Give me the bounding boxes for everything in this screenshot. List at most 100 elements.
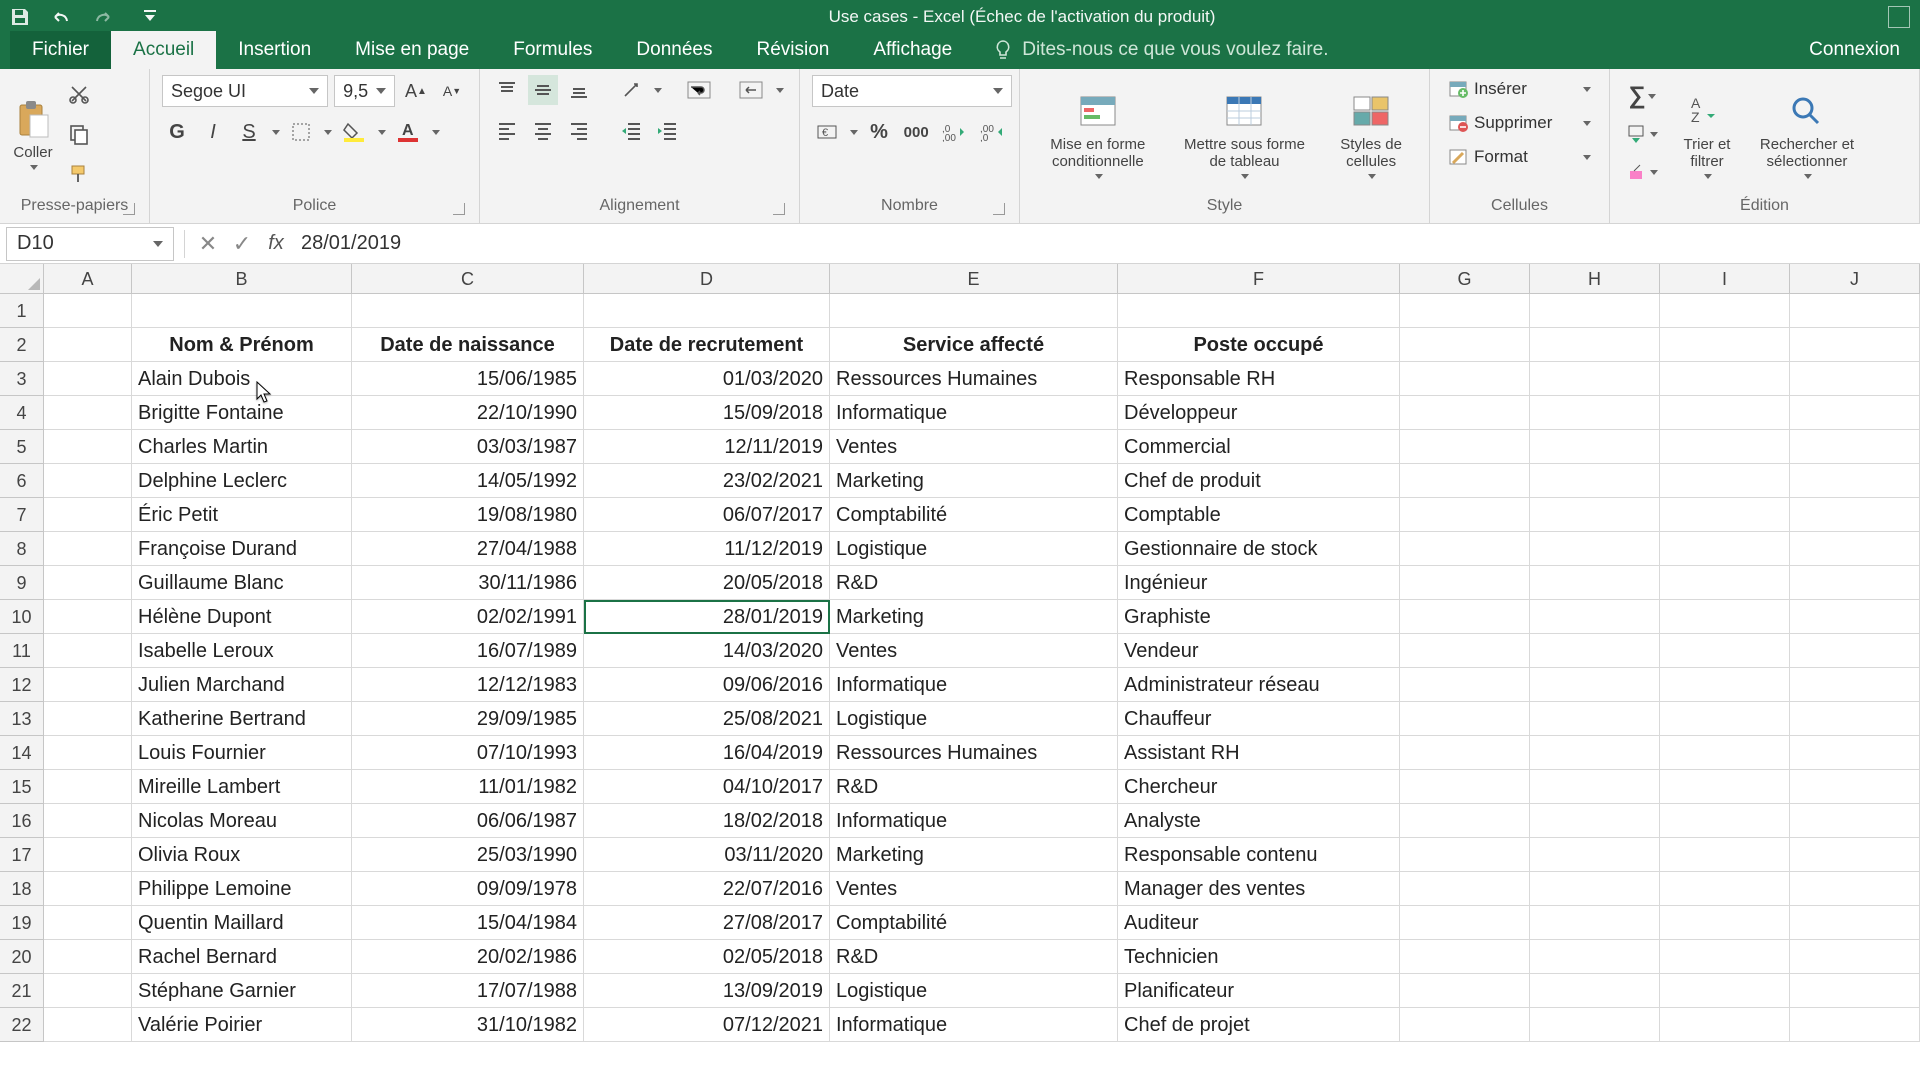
cell-C22[interactable]: 31/10/1982 [352,1008,584,1042]
cell-A2[interactable] [44,328,132,362]
cell-J9[interactable] [1790,566,1920,600]
cell-G13[interactable] [1400,702,1530,736]
cell-D3[interactable]: 01/03/2020 [584,362,830,396]
save-icon[interactable] [10,7,30,27]
dialog-launcher-icon[interactable] [993,203,1005,215]
increase-decimal-icon[interactable]: ,0,00 [938,117,969,147]
cell-G12[interactable] [1400,668,1530,702]
copy-icon[interactable] [64,119,94,149]
cell-E7[interactable]: Comptabilité [830,498,1118,532]
chevron-down-icon[interactable] [654,88,662,93]
cell-I14[interactable] [1660,736,1790,770]
cell-A1[interactable] [44,294,132,328]
tab-insertion[interactable]: Insertion [216,31,333,69]
row-header-6[interactable]: 6 [0,464,44,498]
format-as-table-button[interactable]: Mettre sous forme de tableau [1174,90,1314,179]
decrease-font-icon[interactable]: A▼ [437,76,467,106]
cell-I4[interactable] [1660,396,1790,430]
cell-B17[interactable]: Olivia Roux [132,838,352,872]
cell-D10[interactable]: 28/01/2019 [584,600,830,634]
cell-G5[interactable] [1400,430,1530,464]
cell-J13[interactable] [1790,702,1920,736]
cell-D21[interactable]: 13/09/2019 [584,974,830,1008]
cell-H3[interactable] [1530,362,1660,396]
cell-I5[interactable] [1660,430,1790,464]
cell-F18[interactable]: Manager des ventes [1118,872,1400,906]
cell-G8[interactable] [1400,532,1530,566]
cell-J8[interactable] [1790,532,1920,566]
cell-F4[interactable]: Développeur [1118,396,1400,430]
cell-I8[interactable] [1660,532,1790,566]
cell-A6[interactable] [44,464,132,498]
cell-A13[interactable] [44,702,132,736]
cell-E20[interactable]: R&D [830,940,1118,974]
borders-icon[interactable] [286,117,316,147]
cell-H15[interactable] [1530,770,1660,804]
cell-H4[interactable] [1530,396,1660,430]
cell-F13[interactable]: Chauffeur [1118,702,1400,736]
cell-A14[interactable] [44,736,132,770]
cell-I6[interactable] [1660,464,1790,498]
fx-icon[interactable]: fx [259,232,293,255]
cell-A9[interactable] [44,566,132,600]
cell-I17[interactable] [1660,838,1790,872]
cell-C3[interactable]: 15/06/1985 [352,362,584,396]
column-header-D[interactable]: D [584,264,830,294]
cell-B3[interactable]: Alain Dubois [132,362,352,396]
cell-E6[interactable]: Marketing [830,464,1118,498]
cell-I22[interactable] [1660,1008,1790,1042]
cell-A21[interactable] [44,974,132,1008]
row-header-5[interactable]: 5 [0,430,44,464]
cell-H22[interactable] [1530,1008,1660,1042]
wrap-text-icon[interactable] [682,75,716,105]
cell-B10[interactable]: Hélène Dupont [132,600,352,634]
cell-B9[interactable]: Guillaume Blanc [132,566,352,600]
cell-E22[interactable]: Informatique [830,1008,1118,1042]
cell-E15[interactable]: R&D [830,770,1118,804]
cell-D9[interactable]: 20/05/2018 [584,566,830,600]
cell-C8[interactable]: 27/04/1988 [352,532,584,566]
cell-B21[interactable]: Stéphane Garnier [132,974,352,1008]
cell-E10[interactable]: Marketing [830,600,1118,634]
chevron-down-icon[interactable] [776,88,784,93]
cell-D22[interactable]: 07/12/2021 [584,1008,830,1042]
cell-I12[interactable] [1660,668,1790,702]
cell-F22[interactable]: Chef de projet [1118,1008,1400,1042]
cell-G17[interactable] [1400,838,1530,872]
cell-A18[interactable] [44,872,132,906]
cell-D18[interactable]: 22/07/2016 [584,872,830,906]
cell-E16[interactable]: Informatique [830,804,1118,838]
cell-F3[interactable]: Responsable RH [1118,362,1400,396]
row-header-13[interactable]: 13 [0,702,44,736]
cell-J16[interactable] [1790,804,1920,838]
column-header-B[interactable]: B [132,264,352,294]
cell-G15[interactable] [1400,770,1530,804]
cell-F10[interactable]: Graphiste [1118,600,1400,634]
name-box[interactable]: D10 [6,227,174,261]
cell-F7[interactable]: Comptable [1118,498,1400,532]
cell-I11[interactable] [1660,634,1790,668]
row-header-20[interactable]: 20 [0,940,44,974]
delete-cells-button[interactable]: Supprimer [1442,109,1597,137]
fill-icon[interactable] [1622,119,1662,149]
conditional-formatting-button[interactable]: Mise en forme conditionnelle [1033,90,1163,179]
cell-H14[interactable] [1530,736,1660,770]
cell-A20[interactable] [44,940,132,974]
cell-J19[interactable] [1790,906,1920,940]
cell-C2[interactable]: Date de naissance [352,328,584,362]
cell-J20[interactable] [1790,940,1920,974]
font-size-dropdown[interactable]: 9,5 [334,75,395,107]
chevron-down-icon[interactable] [324,130,332,135]
cell-D4[interactable]: 15/09/2018 [584,396,830,430]
tab-file[interactable]: Fichier [10,31,111,69]
cell-A22[interactable] [44,1008,132,1042]
tell-me[interactable]: Dites-nous ce que vous voulez faire. [974,31,1348,69]
cell-G2[interactable] [1400,328,1530,362]
cell-F19[interactable]: Auditeur [1118,906,1400,940]
cell-C14[interactable]: 07/10/1993 [352,736,584,770]
row-header-22[interactable]: 22 [0,1008,44,1042]
cell-J14[interactable] [1790,736,1920,770]
cell-G20[interactable] [1400,940,1530,974]
cell-E5[interactable]: Ventes [830,430,1118,464]
cell-A10[interactable] [44,600,132,634]
